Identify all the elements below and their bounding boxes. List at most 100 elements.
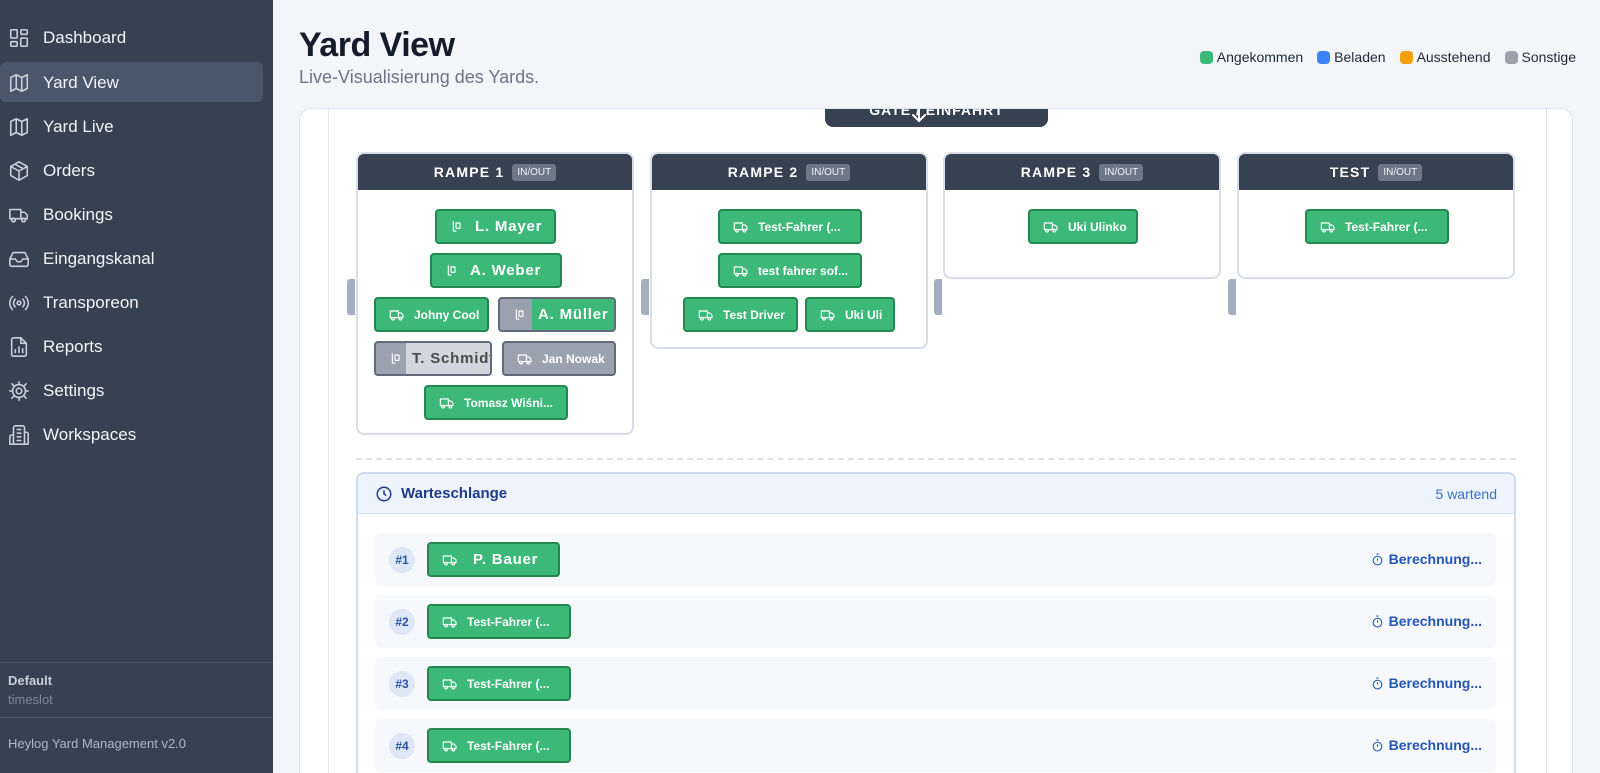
truck-icon	[697, 307, 715, 323]
workspace-name[interactable]: Default	[8, 673, 52, 688]
map-icon	[8, 72, 30, 94]
ramp-card-rampe-2[interactable]: RAMPE 2 IN/OUT Test-Fahrer (... test fah…	[650, 152, 928, 349]
legend-swatch	[1317, 50, 1331, 64]
driver-name: A. Weber	[470, 262, 542, 279]
legend-swatch	[1199, 50, 1213, 64]
sidebar-item-yard-live[interactable]: Yard Live	[0, 106, 263, 146]
driver-chip[interactable]: Test-Fahrer (...	[718, 209, 862, 244]
driver-chip[interactable]: A. Müller	[498, 297, 616, 332]
ramp-door-handle[interactable]	[347, 279, 355, 315]
truck-icon	[732, 219, 750, 235]
sidebar-item-label: Dashboard	[43, 28, 127, 47]
sidebar-item-reports[interactable]: Reports	[0, 326, 263, 366]
sidebar-item-yard-view[interactable]: Yard View	[0, 62, 263, 102]
driver-chip[interactable]: Test-Fahrer (...	[427, 728, 571, 763]
sidebar-item-label: Reports	[43, 337, 103, 356]
eta-status[interactable]: Berechnung...	[1371, 551, 1482, 567]
truck-icon	[444, 263, 462, 279]
sidebar-item-settings[interactable]: Settings	[0, 370, 263, 410]
sidebar-item-workspaces[interactable]: Workspaces	[0, 414, 263, 454]
ramp-card-rampe-3[interactable]: RAMPE 3 IN/OUT Uki Ulinko	[943, 152, 1221, 279]
yard-divider	[356, 458, 1516, 460]
ramp-title: RAMPE 3	[1020, 164, 1092, 180]
sidebar-item-label: Yard Live	[43, 117, 114, 136]
legend-swatch	[1504, 50, 1518, 64]
legend-label: Ausstehend	[1416, 49, 1491, 65]
sidebar-item-label: Settings	[43, 381, 105, 400]
sidebar-divider	[0, 717, 273, 718]
driver-chip[interactable]: Test Driver	[683, 297, 798, 332]
sidebar-item-bookings[interactable]: Bookings	[0, 194, 263, 234]
driver-name: L. Mayer	[475, 218, 543, 235]
truck-icon	[388, 351, 406, 367]
ramp-door-handle[interactable]	[1228, 279, 1236, 315]
ramp-title: RAMPE 1	[433, 164, 505, 180]
yard-canvas[interactable]: GATE / EINFAHRT RAMPE 1 IN/OUT L. Mayer …	[299, 108, 1573, 773]
driver-chip[interactable]: P. Bauer	[427, 542, 560, 577]
eta-status[interactable]: Berechnung...	[1371, 675, 1482, 691]
sidebar-item-transporeon[interactable]: Transporeon	[0, 282, 263, 322]
sidebar-item-orders[interactable]: Orders	[0, 150, 263, 190]
queue-position: #2	[389, 609, 415, 635]
sidebar-item-label: Transporeon	[43, 293, 139, 312]
driver-name: test fahrer sof...	[758, 263, 849, 278]
page-subtitle: Live-Visualisierung des Yards.	[299, 67, 540, 87]
ramp-door-handle[interactable]	[934, 279, 942, 315]
driver-chip[interactable]: Test-Fahrer (...	[427, 666, 571, 701]
timer-icon	[1372, 615, 1383, 627]
driver-chip[interactable]: Johny Cool	[374, 297, 489, 332]
sidebar-item-eingangskanal[interactable]: Eingangskanal	[0, 238, 263, 278]
inbox-icon	[8, 248, 30, 270]
queue-row[interactable]: #4 Test-Fahrer (... Berechnung...	[375, 719, 1496, 772]
ramp-door-handle[interactable]	[641, 279, 649, 315]
driver-chip[interactable]: test fahrer sof...	[718, 253, 862, 288]
ramp-header: RAMPE 2 IN/OUT	[652, 154, 926, 190]
truck-icon	[512, 307, 530, 323]
driver-chip[interactable]: Tomasz Wiśni...	[424, 385, 568, 420]
arrow-down-icon	[909, 109, 929, 125]
ramp-mode-badge: IN/OUT	[1099, 163, 1144, 181]
truck-icon	[8, 204, 30, 226]
queue-row[interactable]: #2 Test-Fahrer (... Berechnung...	[375, 595, 1496, 648]
legend-label: Sonstige	[1521, 49, 1576, 65]
app-version: Heylog Yard Management v2.0	[8, 736, 187, 751]
driver-chip[interactable]: T. Schmidt	[374, 341, 492, 376]
radio-icon	[8, 292, 30, 314]
driver-chip[interactable]: Jan Nowak	[502, 341, 616, 376]
eta-label: Berechnung...	[1388, 737, 1482, 753]
ramp-mode-badge: IN/OUT	[806, 163, 851, 181]
queue-count: 5 wartend	[1435, 486, 1497, 502]
queue-row[interactable]: #1 P. Bauer Berechnung...	[375, 533, 1496, 586]
sidebar-item-dashboard[interactable]: Dashboard	[0, 17, 263, 57]
ramp-card-rampe-1[interactable]: RAMPE 1 IN/OUT L. Mayer A. Weber Johny C…	[356, 152, 634, 435]
ramp-header: TEST IN/OUT	[1239, 154, 1513, 190]
truck-icon	[516, 351, 534, 367]
driver-name: Johny Cool	[414, 307, 480, 322]
driver-chip[interactable]: A. Weber	[430, 253, 562, 288]
driver-chip[interactable]: L. Mayer	[435, 209, 556, 244]
queue-row[interactable]: #3 Test-Fahrer (... Berechnung...	[375, 657, 1496, 710]
package-icon	[8, 160, 30, 182]
sidebar-item-label: Eingangskanal	[43, 249, 155, 268]
legend-item-beladen: Beladen	[1317, 49, 1386, 65]
driver-chip[interactable]: Uki Uli	[805, 297, 895, 332]
driver-chip[interactable]: Uki Ulinko	[1028, 209, 1138, 244]
driver-chip[interactable]: Test-Fahrer (...	[1305, 209, 1449, 244]
grid-icon	[8, 27, 30, 49]
ramp-title: TEST	[1329, 164, 1371, 180]
gear-icon	[8, 380, 30, 402]
eta-status[interactable]: Berechnung...	[1371, 613, 1482, 629]
status-legend: Angekommen Beladen Ausstehend Sonstige	[1199, 49, 1576, 65]
queue-position: #1	[389, 547, 415, 573]
sidebar-item-label: Bookings	[43, 205, 113, 224]
driver-name: A. Müller	[532, 299, 614, 330]
sidebar-item-label: Orders	[43, 161, 95, 180]
gate-button[interactable]: GATE / EINFAHRT	[825, 109, 1048, 127]
sidebar-item-label: Workspaces	[43, 425, 137, 444]
truck-icon	[732, 263, 750, 279]
legend-label: Angekommen	[1216, 49, 1304, 65]
eta-status[interactable]: Berechnung...	[1371, 737, 1482, 753]
driver-chip[interactable]: Test-Fahrer (...	[427, 604, 571, 639]
truck-icon	[441, 552, 459, 568]
ramp-card-test[interactable]: TEST IN/OUT Test-Fahrer (...	[1237, 152, 1515, 279]
